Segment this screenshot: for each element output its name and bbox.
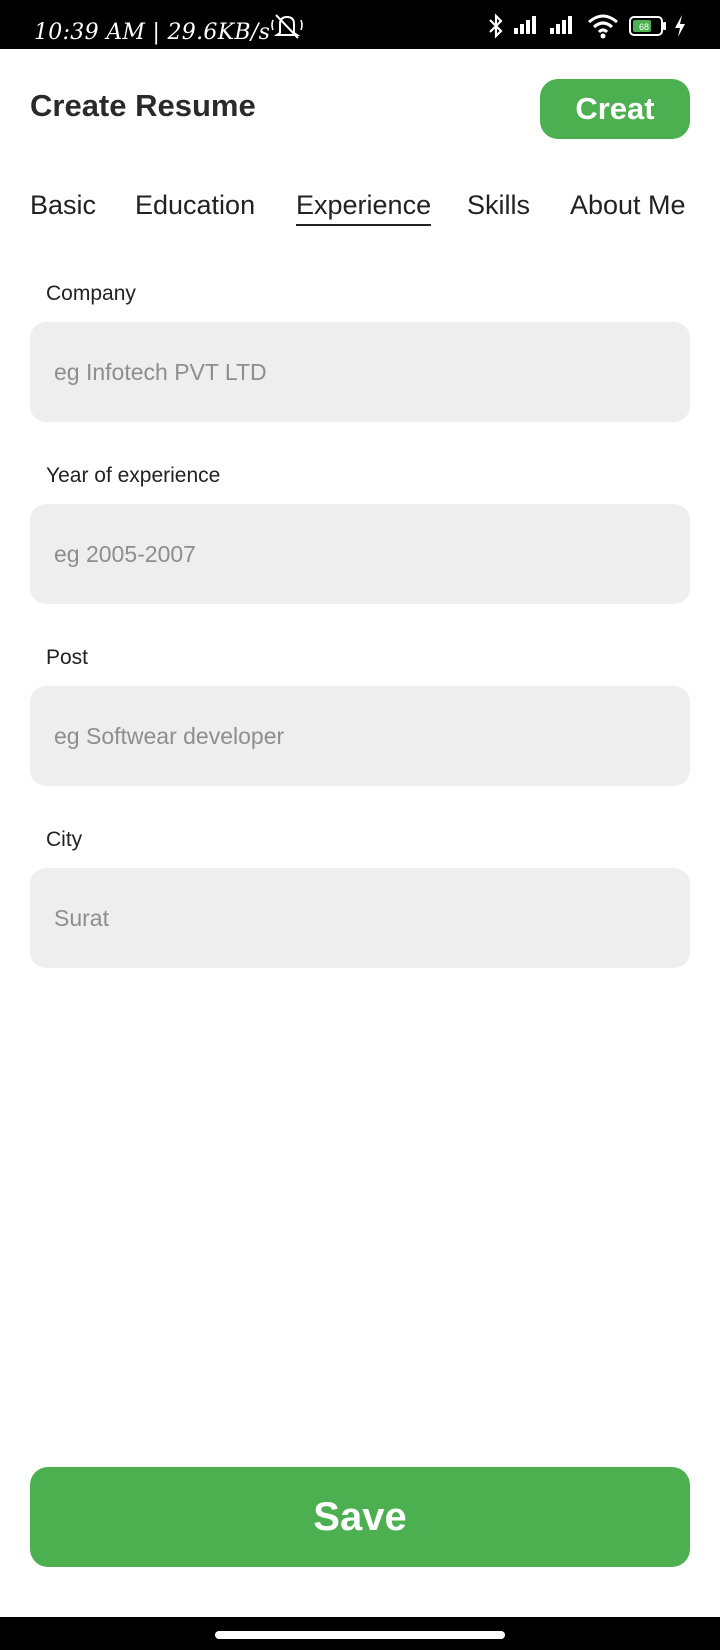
post-label: Post — [46, 646, 89, 669]
tab-experience[interactable]: Experience — [296, 190, 432, 226]
mute-bell-icon — [271, 14, 303, 39]
status-time-speed: 10:39 AM | 29.6KB/s — [34, 20, 271, 45]
year-of-experience-input[interactable] — [30, 504, 690, 604]
page-title: Create Resume — [30, 88, 256, 123]
signal-icon — [514, 16, 536, 34]
create-button[interactable]: Creat — [540, 79, 690, 139]
tab-education[interactable]: Education — [135, 190, 255, 221]
save-button[interactable]: Save — [30, 1467, 690, 1567]
home-indicator[interactable] — [215, 1631, 505, 1639]
tab-basic[interactable]: Basic — [30, 190, 96, 221]
battery-level: 68 — [639, 22, 650, 32]
year-of-experience-label: Year of experience — [46, 464, 221, 487]
city-input[interactable] — [30, 868, 690, 968]
bluetooth-icon — [489, 13, 503, 39]
company-input[interactable] — [30, 322, 690, 422]
charging-icon — [675, 15, 685, 37]
tab-about-me[interactable]: About Me — [570, 190, 686, 221]
wifi-icon — [588, 14, 618, 39]
tab-skills[interactable]: Skills — [467, 190, 530, 221]
status-bar: 10:39 AM | 29.6KB/s 68 — [0, 0, 720, 49]
company-label: Company — [46, 282, 136, 305]
city-label: City — [46, 828, 83, 851]
post-input[interactable] — [30, 686, 690, 786]
signal-icon — [550, 16, 572, 34]
